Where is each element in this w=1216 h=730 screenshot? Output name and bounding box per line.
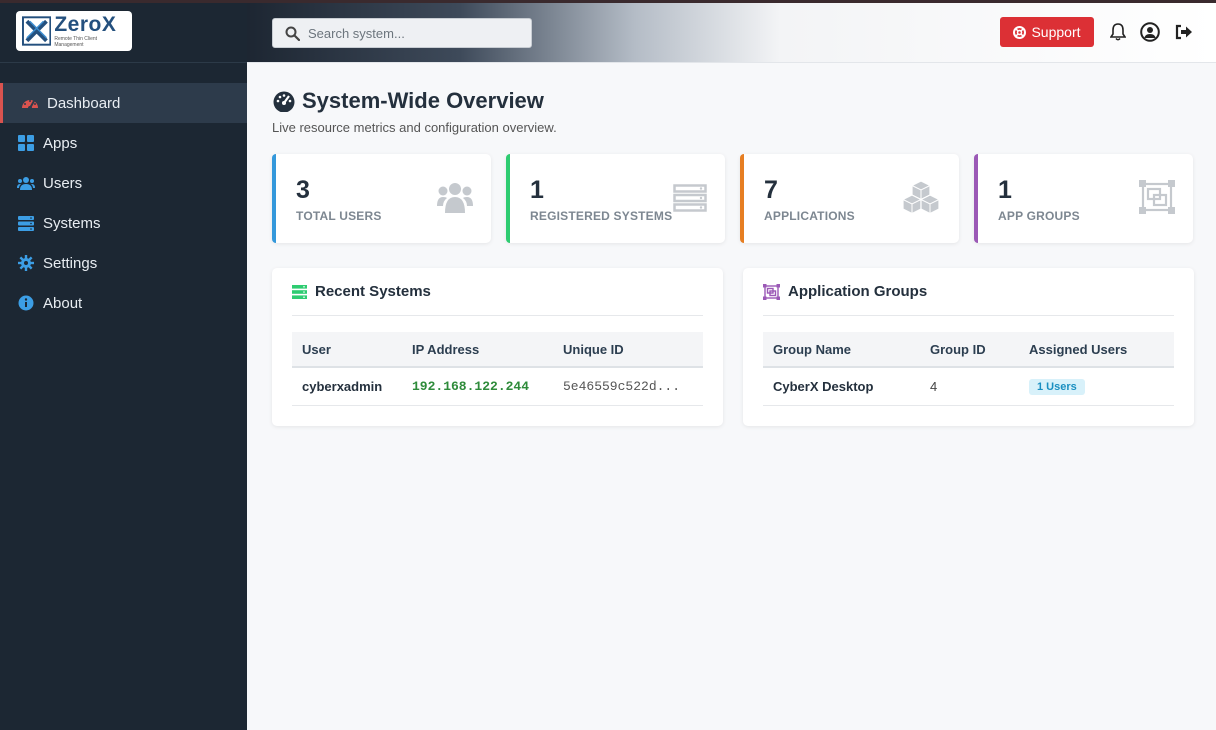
tachometer-icon [21,94,39,112]
sidebar-item-users[interactable]: Users [0,163,247,203]
column-header: Assigned Users [1019,332,1174,368]
page-subtitle: Live resource metrics and configuration … [272,120,557,135]
tachometer-icon [273,91,295,112]
sidebar-item-label: Apps [43,134,78,152]
column-header: IP Address [402,332,553,368]
sidebar-item-settings[interactable]: Settings [0,243,247,283]
sidebar: ZeroX Remote Thin Client Management Dash… [0,0,247,730]
card-header: Application Groups [763,268,1174,316]
sidebar-item-label: Settings [43,254,98,272]
logo-area: ZeroX Remote Thin Client Management [0,0,247,63]
cell-user: cyberxadmin [292,367,402,406]
page-title: System-Wide Overview [272,88,544,114]
sidebar-item-apps[interactable]: Apps [0,123,247,163]
card-header: Recent Systems [292,268,703,316]
sign-out-icon[interactable] [1174,22,1194,42]
cell-unique-id: 5e46559c522d... [553,367,703,406]
server-icon [673,184,707,212]
gear-icon [17,254,35,272]
column-header: Group Name [763,332,920,368]
search-icon [285,26,300,41]
application-groups-table: Group Name Group ID Assigned Users Cyber… [763,332,1174,406]
stat-accent-bar [974,154,978,243]
users-icon [17,174,35,192]
server-icon [292,284,307,299]
card-title: Recent Systems [315,283,431,300]
sidebar-item-label: About [43,294,83,312]
sidebar-item-label: Dashboard [47,94,121,112]
stat-value: 7 [764,176,778,204]
cell-group-id: 4 [920,367,1019,406]
server-icon [17,214,35,232]
stat-value: 1 [998,176,1012,204]
stat-label: TOTAL USERS [296,209,382,223]
support-label: Support [1031,24,1081,40]
search-input[interactable] [308,25,518,41]
object-group-icon [1139,180,1175,214]
page-title-text: System-Wide Overview [302,88,544,113]
sidebar-item-label: Systems [43,214,101,232]
brand-name: ZeroX [54,13,117,36]
lifebuoy-icon [1013,25,1027,39]
stat-label: REGISTERED SYSTEMS [530,209,673,223]
zerox-logo-icon [22,16,52,46]
stat-accent-bar [272,154,276,243]
table-row[interactable]: CyberX Desktop 4 1 Users [763,367,1174,406]
stat-accent-bar [740,154,744,243]
brand-logo[interactable]: ZeroX Remote Thin Client Management [16,11,132,51]
user-circle-icon[interactable] [1140,22,1160,42]
sidebar-item-systems[interactable]: Systems [0,203,247,243]
stat-card-applications: 7 APPLICATIONS [740,154,959,243]
application-groups-card: Application Groups Group Name Group ID A… [743,268,1194,426]
cubes-icon [902,180,940,214]
users-icon [437,183,473,213]
stat-card-app-groups: 1 APP GROUPS [974,154,1193,243]
stat-value: 3 [296,176,310,204]
assigned-users-badge: 1 Users [1029,378,1085,395]
cell-group-name: CyberX Desktop [763,367,920,406]
stat-value: 1 [530,176,544,204]
stat-card-total-users: 3 TOTAL USERS [272,154,491,243]
info-icon [17,294,35,312]
stat-accent-bar [506,154,510,243]
search-box [272,18,532,48]
top-header: Support [247,0,1216,63]
column-header: Unique ID [553,332,703,368]
cell-assigned-users: 1 Users [1019,367,1174,406]
bell-icon[interactable] [1108,22,1128,42]
brand-tagline: Remote Thin Client Management [54,36,98,48]
column-header: User [292,332,402,368]
recent-systems-table: User IP Address Unique ID cyberxadmin 19… [292,332,703,406]
table-row[interactable]: cyberxadmin 192.168.122.244 5e46559c522d… [292,367,703,406]
object-group-icon [763,283,780,300]
column-header: Group ID [920,332,1019,368]
sidebar-item-label: Users [43,174,83,192]
card-title: Application Groups [788,283,928,300]
recent-systems-card: Recent Systems User IP Address Unique ID… [272,268,723,426]
sidebar-item-dashboard[interactable]: Dashboard [0,83,247,123]
stat-card-registered-systems: 1 REGISTERED SYSTEMS [506,154,725,243]
sidebar-item-about[interactable]: About [0,283,247,323]
stat-label: APP GROUPS [998,209,1080,223]
cell-ip-address: 192.168.122.244 [402,367,553,406]
stat-label: APPLICATIONS [764,209,855,223]
sidebar-nav: Dashboard Apps Users Systems Settings Ab… [0,83,247,323]
main-content: System-Wide Overview Live resource metri… [247,63,1216,730]
grid-icon [17,134,35,152]
support-button[interactable]: Support [1000,17,1094,47]
top-accent-line [0,0,1216,3]
